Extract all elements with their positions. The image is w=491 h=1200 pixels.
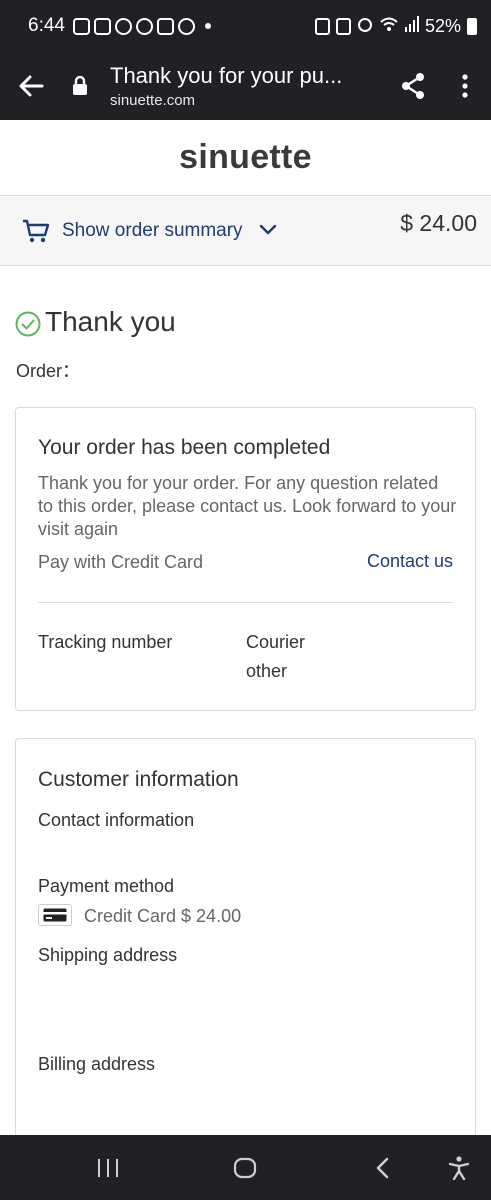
show-order-summary-label[interactable]: Show order summary [62, 220, 243, 242]
home-icon [233, 1157, 257, 1178]
address-bar[interactable]: Thank you for your pu... sinuette.com [98, 63, 387, 109]
status-time: 6:44 [28, 15, 65, 36]
menu-button[interactable] [439, 74, 491, 98]
contact-us-link[interactable]: Contact us [367, 551, 453, 572]
payment-method-text: Pay with Credit Card [38, 552, 204, 572]
divider [38, 602, 453, 603]
store-header: sinuette [0, 120, 491, 196]
back-chevron-icon [376, 1157, 389, 1178]
system-status: 52% [314, 15, 477, 37]
customer-information-card: Customer information Contact information… [15, 738, 476, 1158]
lock-icon [73, 76, 87, 95]
accessibility-button[interactable] [434, 1135, 484, 1200]
back-nav-button[interactable] [356, 1135, 408, 1200]
instagram-notification-icon [114, 17, 132, 35]
battery-icon [467, 17, 477, 35]
order-number-label: Order： [16, 361, 81, 381]
more-vertical-icon [462, 74, 468, 98]
payment-method-value: Credit Card $ 24.00 [84, 906, 242, 926]
order-total: $ 24.00 [400, 210, 477, 236]
billing-address-label: Billing address [38, 1054, 156, 1074]
gmail-notification-icon [156, 17, 174, 35]
alarm-icon [357, 16, 373, 37]
site-info-button[interactable] [62, 76, 98, 96]
accessibility-icon [448, 1155, 470, 1180]
home-button[interactable] [219, 1135, 271, 1200]
courier-value: other [246, 661, 288, 681]
signal-icon [404, 15, 419, 37]
messenger-notification-icon [135, 17, 153, 35]
more-notifications-icon [204, 23, 211, 29]
wifi-icon [379, 16, 399, 37]
chevron-down-icon [259, 223, 277, 241]
tracking-number-label: Tracking number [38, 632, 173, 652]
order-summary-toggle[interactable]: Show order summary $ 24.00 [0, 197, 491, 266]
recents-button[interactable] [82, 1135, 134, 1200]
shipping-address-label: Shipping address [38, 945, 178, 965]
store-logo[interactable]: sinuette [179, 138, 312, 177]
thank-you-heading: Thank you! [45, 306, 175, 337]
page-url: sinuette.com [110, 92, 196, 109]
nfc-icon [314, 17, 330, 35]
recents-icon [98, 1158, 118, 1177]
order-completed-heading: Your order has been completed [38, 436, 331, 459]
notification-icons [72, 17, 211, 35]
check-circle-icon [15, 311, 41, 342]
courier-label: Courier [246, 632, 306, 652]
credit-card-icon [38, 904, 72, 926]
instagram-notification-icon-2 [177, 17, 195, 35]
contact-information-label: Contact information [38, 810, 195, 830]
status-bar: 6:44 52% [0, 0, 491, 52]
order-completed-message: Thank you for your order. For any questi… [38, 473, 457, 539]
back-button[interactable] [0, 52, 62, 120]
back-arrow-icon [19, 75, 44, 97]
share-icon [402, 73, 424, 99]
battery-percent: 52% [424, 15, 461, 36]
n-icon [335, 17, 351, 35]
order-completed-card: Your order has been completed Thank you … [15, 407, 476, 711]
cart-icon [22, 219, 50, 250]
system-navigation-bar [0, 1135, 491, 1200]
page-title: Thank you for your pu... [110, 63, 343, 88]
payment-method-label: Payment method [38, 876, 175, 896]
customer-information-heading: Customer information [38, 768, 239, 791]
browser-toolbar: Thank you for your pu... sinuette.com [0, 52, 491, 120]
youtube-notification-icon [93, 17, 111, 35]
share-button[interactable] [387, 72, 439, 100]
mail-notification-icon [72, 17, 90, 35]
